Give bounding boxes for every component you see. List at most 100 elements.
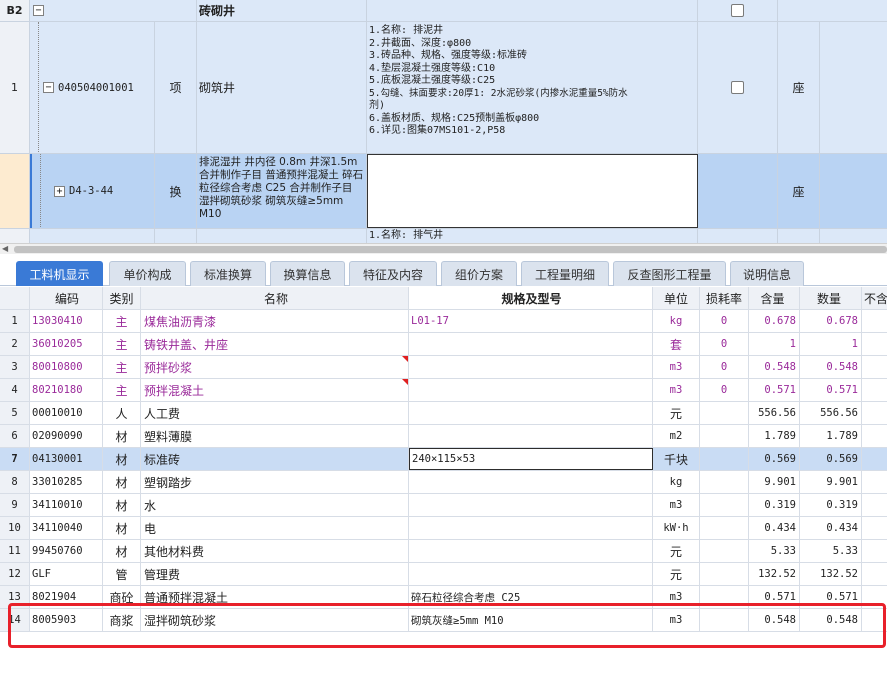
material-content[interactable]: 9.901 <box>749 471 800 493</box>
material-tax-excluded[interactable] <box>862 425 887 447</box>
material-quantity[interactable]: 5.33 <box>800 540 862 562</box>
row-number[interactable]: 10 <box>0 517 30 539</box>
group-checkbox[interactable] <box>731 4 744 17</box>
table-row[interactable]: 1 13030410 主煤焦油沥青漆 L01-17 kg 0 0.678 0.678 <box>0 310 887 333</box>
material-spec[interactable] <box>409 425 653 447</box>
tab-description[interactable]: 说明信息 <box>730 261 804 286</box>
row-number[interactable]: 1 <box>0 310 30 332</box>
material-quantity[interactable]: 9.901 <box>800 471 862 493</box>
item-features-editor[interactable] <box>367 154 698 228</box>
material-category[interactable]: 主 <box>103 356 141 378</box>
table-row[interactable]: 2 36010205 主铸铁井盖、井座套 0 1 1 <box>0 333 887 356</box>
material-content[interactable]: 0.678 <box>749 310 800 332</box>
row-number[interactable]: 6 <box>0 425 30 447</box>
material-tax-excluded[interactable] <box>862 517 887 539</box>
tab-features[interactable]: 特征及内容 <box>349 261 437 286</box>
material-loss-rate[interactable] <box>700 471 749 493</box>
table-row[interactable]: 11 99450760 材其他材料费 元 5.33 5.33 <box>0 540 887 563</box>
material-spec[interactable] <box>409 471 653 493</box>
material-loss-rate[interactable]: 0 <box>700 310 749 332</box>
material-unit[interactable]: kg <box>653 310 700 332</box>
material-code[interactable]: 34110010 <box>30 494 103 516</box>
material-content[interactable]: 556.56 <box>749 402 800 424</box>
tab-reverse-lookup[interactable]: 反查图形工程量 <box>613 261 726 286</box>
material-content[interactable]: 0.319 <box>749 494 800 516</box>
material-unit[interactable]: 元 <box>653 563 700 585</box>
material-quantity[interactable]: 0.548 <box>800 356 862 378</box>
material-code[interactable]: GLF <box>30 563 103 585</box>
material-tax-excluded[interactable] <box>862 540 887 562</box>
material-quantity[interactable]: 0.319 <box>800 494 862 516</box>
table-row[interactable]: 7 04130001 材标准砖 240×115×53 千块 0.569 0.569 <box>0 448 887 471</box>
material-tax-excluded[interactable] <box>862 333 887 355</box>
header-name[interactable]: 名称 <box>141 287 409 309</box>
scrollbar-thumb[interactable] <box>14 246 887 253</box>
material-loss-rate[interactable] <box>700 540 749 562</box>
row-number[interactable]: 8 <box>0 471 30 493</box>
material-spec[interactable] <box>409 356 653 378</box>
material-spec[interactable] <box>409 494 653 516</box>
material-loss-rate[interactable]: 0 <box>700 356 749 378</box>
material-loss-rate[interactable] <box>700 494 749 516</box>
material-category[interactable]: 材 <box>103 540 141 562</box>
material-tax-excluded[interactable] <box>862 356 887 378</box>
material-tax-excluded[interactable] <box>862 494 887 516</box>
material-code[interactable]: 00010010 <box>30 402 103 424</box>
material-spec[interactable]: L01-17 <box>409 310 653 332</box>
material-content[interactable]: 132.52 <box>749 563 800 585</box>
material-tax-excluded[interactable] <box>862 310 887 332</box>
material-content[interactable]: 0.571 <box>749 379 800 401</box>
material-category[interactable]: 管 <box>103 563 141 585</box>
table-row[interactable]: 8 33010285 材塑钢踏步 kg 9.901 9.901 <box>0 471 887 494</box>
material-code[interactable]: 99450760 <box>30 540 103 562</box>
header-code[interactable]: 编码 <box>30 287 103 309</box>
row-number[interactable]: 2 <box>0 333 30 355</box>
material-code[interactable]: 36010205 <box>30 333 103 355</box>
material-category[interactable]: 材 <box>103 494 141 516</box>
material-tax-excluded[interactable] <box>862 402 887 424</box>
group-row[interactable]: B2 − 砖砌井 <box>0 0 887 22</box>
row-number[interactable]: 4 <box>0 379 30 401</box>
material-spec[interactable] <box>409 540 653 562</box>
material-quantity[interactable]: 556.56 <box>800 402 862 424</box>
tab-quantity-detail[interactable]: 工程量明细 <box>521 261 609 286</box>
material-category[interactable]: 材 <box>103 448 141 470</box>
material-name[interactable]: 水 <box>141 494 409 516</box>
header-quantity[interactable]: 数量 <box>800 287 862 309</box>
list-item-row-quota[interactable]: + D4-3-44 换 排泥湿井 井内径 0.8m 井深1.5m 合并制作子目 … <box>0 154 887 229</box>
tab-unit-price[interactable]: 单价构成 <box>109 261 186 286</box>
material-quantity[interactable]: 0.571 <box>800 379 862 401</box>
material-code[interactable]: 33010285 <box>30 471 103 493</box>
material-loss-rate[interactable] <box>700 448 749 470</box>
material-category[interactable]: 主 <box>103 333 141 355</box>
material-name[interactable]: 预拌砂浆 <box>141 356 409 378</box>
material-quantity[interactable]: 0.434 <box>800 517 862 539</box>
horizontal-scrollbar[interactable]: ◀ <box>0 243 887 254</box>
row-number[interactable]: 5 <box>0 402 30 424</box>
material-quantity[interactable]: 132.52 <box>800 563 862 585</box>
table-row[interactable]: 12 GLF 管管理费 元 132.52 132.52 <box>0 563 887 586</box>
list-item-row-partial[interactable]: 1.名称: 排气井 <box>0 229 887 243</box>
header-category[interactable]: 类别 <box>103 287 141 309</box>
material-category[interactable]: 材 <box>103 425 141 447</box>
material-loss-rate[interactable] <box>700 425 749 447</box>
material-name[interactable]: 煤焦油沥青漆 <box>141 310 409 332</box>
header-spec[interactable]: 规格及型号 <box>409 287 653 309</box>
collapse-icon[interactable]: − <box>33 5 44 16</box>
material-unit[interactable]: m3 <box>653 356 700 378</box>
row-number[interactable]: 12 <box>0 563 30 585</box>
material-tax-excluded[interactable] <box>862 563 887 585</box>
collapse-icon[interactable]: − <box>43 82 54 93</box>
material-content[interactable]: 0.548 <box>749 356 800 378</box>
material-loss-rate[interactable]: 0 <box>700 333 749 355</box>
item-checkbox[interactable] <box>731 81 744 94</box>
material-content[interactable]: 0.434 <box>749 517 800 539</box>
material-code[interactable]: 04130001 <box>30 448 103 470</box>
material-unit[interactable]: m3 <box>653 494 700 516</box>
material-name[interactable]: 预拌混凝土 <box>141 379 409 401</box>
material-content[interactable]: 0.569 <box>749 448 800 470</box>
material-loss-rate[interactable] <box>700 402 749 424</box>
material-spec[interactable] <box>409 517 653 539</box>
material-tax-excluded[interactable] <box>862 471 887 493</box>
material-category[interactable]: 主 <box>103 379 141 401</box>
